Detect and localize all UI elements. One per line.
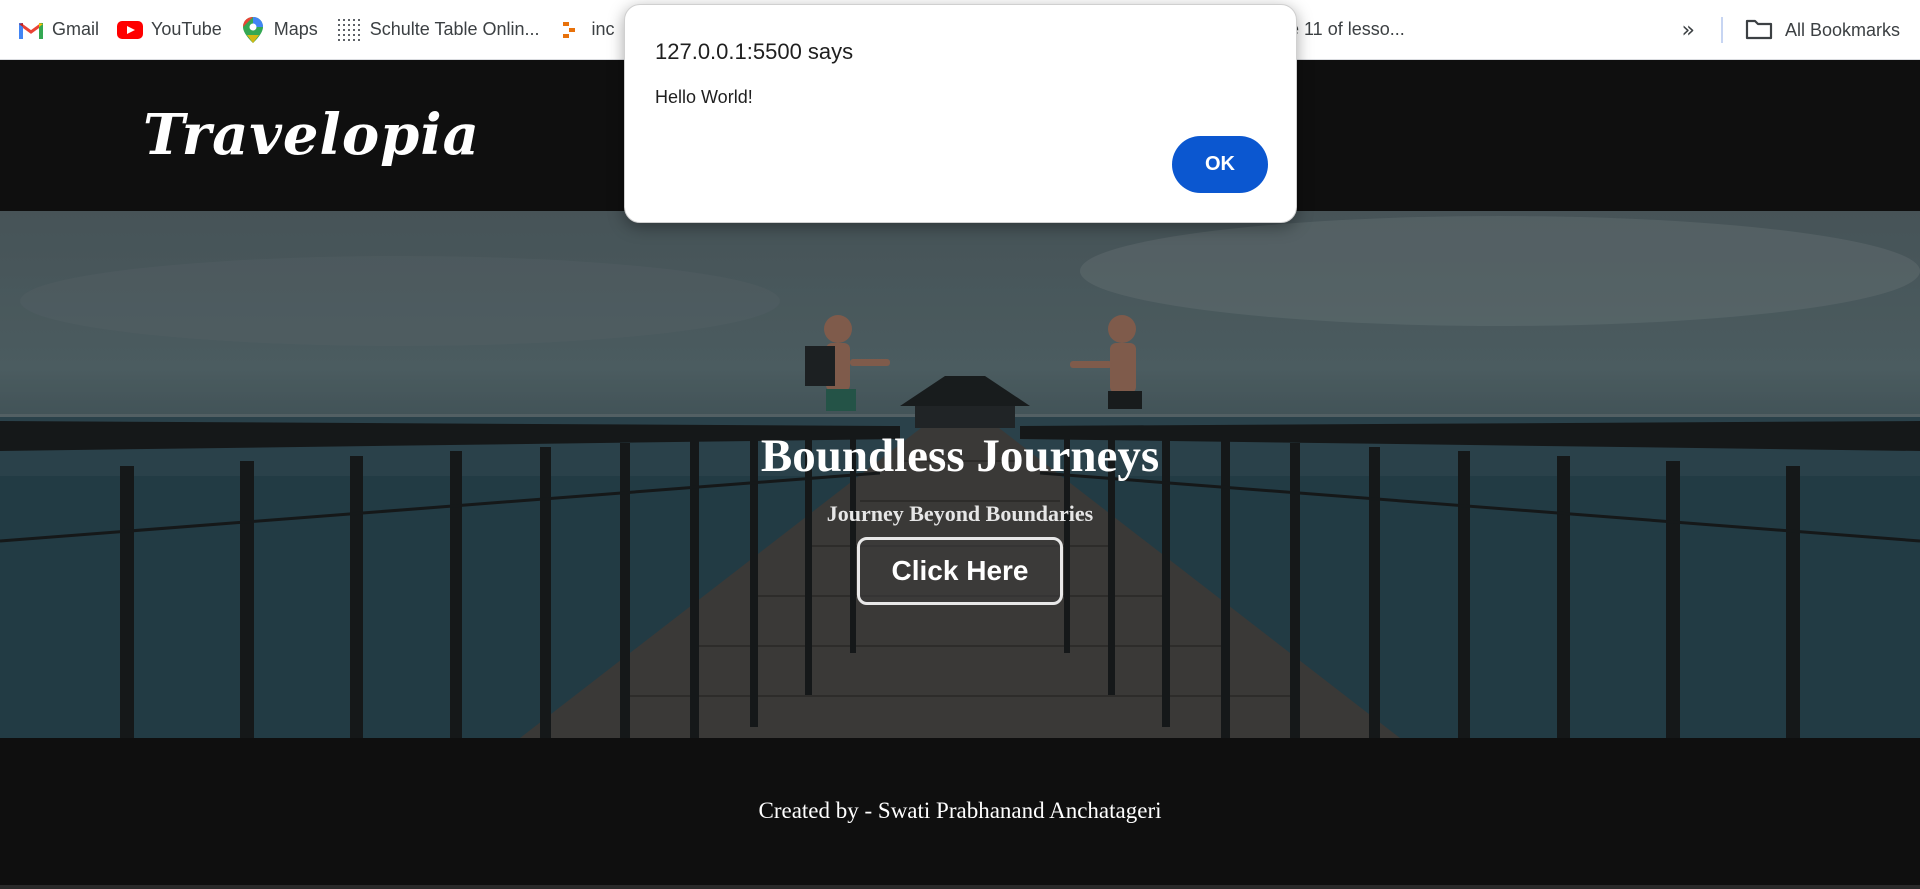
- bookmark-gmail[interactable]: Gmail: [16, 10, 109, 50]
- bookmark-label: Gmail: [52, 19, 100, 39]
- youtube-icon: [117, 17, 144, 43]
- bookmark-label: Schulte Table Onlin...: [369, 19, 540, 39]
- bookmark-schulte-table[interactable]: Schulte Table Onlin...: [334, 10, 550, 50]
- dialog-title: 127.0.0.1:5500 says: [655, 39, 854, 64]
- alert-dialog: 127.0.0.1:5500 says Hello World! OK: [624, 4, 1297, 223]
- site-logo[interactable]: Travelopia: [143, 102, 480, 168]
- bookmark-youtube[interactable]: YouTube: [115, 10, 232, 50]
- bookmark-label: inc: [591, 19, 615, 39]
- bookmark-label: Maps: [273, 19, 318, 39]
- bookmark-app-icon: [558, 17, 584, 43]
- dialog-message: Hello World!: [655, 87, 753, 107]
- hero-section: Boundless Journeys Journey Beyond Bounda…: [0, 211, 1920, 738]
- bookmark-label: se 11 of lesso...: [1280, 19, 1405, 39]
- site-footer: Created by - Swati Prabhanand Anchatager…: [0, 738, 1920, 889]
- bookmarks-right: » All Bookmarks: [1682, 0, 1900, 60]
- bookmark-lesson[interactable]: se 11 of lesso...: [1278, 10, 1415, 50]
- ok-button[interactable]: OK: [1172, 136, 1268, 193]
- hero-title: Boundless Journeys: [760, 430, 1160, 482]
- divider: [1720, 17, 1723, 43]
- bookmark-label: YouTube: [151, 19, 222, 39]
- bookmark-maps[interactable]: Maps: [238, 10, 328, 50]
- grid-icon: [336, 17, 362, 43]
- all-bookmarks-button[interactable]: All Bookmarks: [1745, 18, 1900, 42]
- click-here-button[interactable]: Click Here: [857, 537, 1063, 605]
- footer-credit: Created by - Swati Prabhanand Anchatager…: [758, 798, 1162, 823]
- hero-content: Boundless Journeys Journey Beyond Bounda…: [0, 211, 1920, 738]
- hero-subtitle: Journey Beyond Boundaries: [826, 501, 1094, 526]
- maps-pin-icon: [240, 16, 266, 43]
- folder-icon: [1745, 18, 1773, 42]
- bookmark-inc[interactable]: inc: [556, 10, 625, 50]
- all-bookmarks-label: All Bookmarks: [1784, 19, 1900, 40]
- gmail-icon: [18, 17, 44, 43]
- more-bookmarks-chevron-icon[interactable]: »: [1682, 18, 1695, 43]
